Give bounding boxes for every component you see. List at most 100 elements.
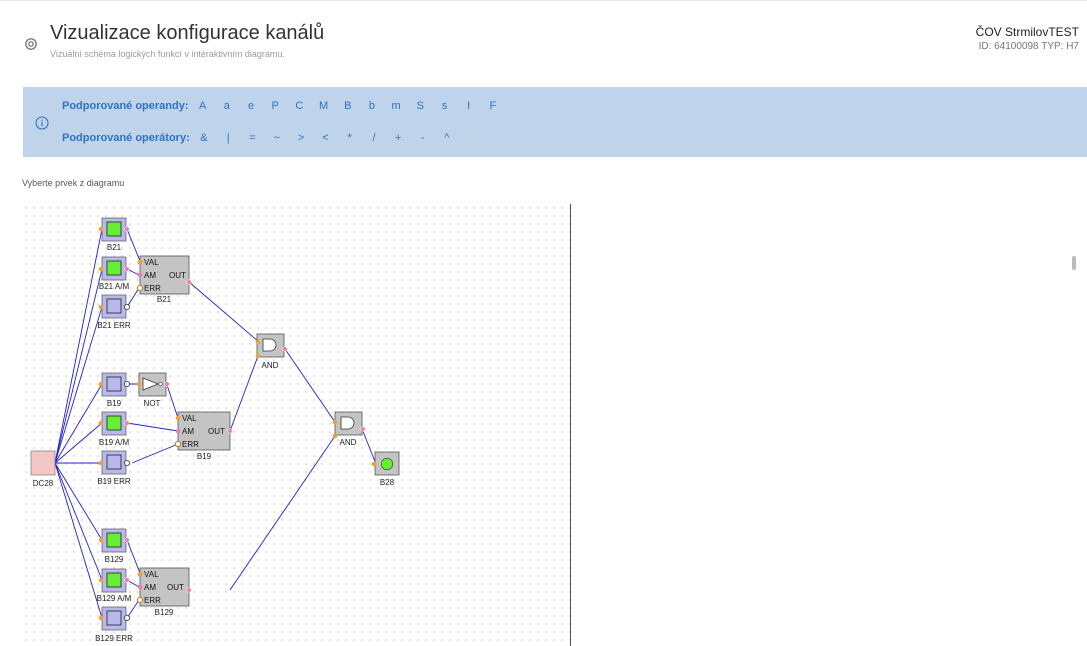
operators-label: Podporované operátory: [62,132,190,144]
wire [188,281,260,343]
port-label: ERR [144,596,161,605]
operand-item: m [391,100,401,112]
node-label: B21 [107,243,122,252]
operator-item: | [226,132,230,144]
node-label: B129 A/M [97,594,132,603]
input-node-b19-am[interactable]: B19 A/M [98,411,130,447]
operand-item: B [344,100,352,112]
wire [361,428,377,465]
input-node-b19[interactable]: B19 [98,372,131,408]
and-gate-2[interactable]: AND [332,411,366,447]
operand-item: C [295,100,304,112]
node-label: B21 A/M [99,282,130,291]
port-label: OUT [167,583,184,592]
wire [126,539,141,574]
wire [284,348,336,423]
port-label: ERR [144,284,161,293]
and-gate-1[interactable]: AND [255,333,288,370]
wire [54,462,103,619]
port-label: ERR [182,440,199,449]
info-banner: Podporované operandy: A a e P C M B b m … [23,87,1087,157]
wire [54,462,103,581]
port-label: OUT [169,271,186,280]
input-node-b129[interactable]: B129 [98,528,130,564]
wire [166,384,179,419]
function-block-b129[interactable]: VAL AM OUT ERR B129 [136,567,192,617]
node-label: B19 [197,452,212,461]
operator-item: ^ [444,132,450,144]
input-node-b21-err[interactable]: B21 ERR [97,294,131,330]
page-title: Vizualizace konfigurace kanálů [50,22,325,44]
node-label: DC28 [33,479,54,488]
page-scrollbar[interactable] [1071,204,1077,646]
port-label: AM [144,271,156,280]
node-label: B21 ERR [97,321,131,330]
operator-item: * [347,132,352,144]
node-label: AND [340,438,357,447]
operands-list: A a e P C M B b m S s I F [191,100,505,112]
operator-item: < [322,132,329,144]
wire [54,462,103,541]
node-label: B19 [107,399,122,408]
page-header: Vizualizace konfigurace kanálů Vizuální … [0,0,1087,79]
operand-item: F [489,100,497,112]
port-label: OUT [208,427,225,436]
node-label: B28 [380,478,395,487]
site-name: ČOV StrmilovTEST [975,25,1079,39]
node-label: B129 [155,608,174,617]
input-node-b129-err[interactable]: B129 ERR [95,606,133,643]
operand-item: M [318,100,329,112]
operand-item: b [368,100,375,112]
source-node-dc28[interactable]: DC28 [30,450,56,488]
port-label: VAL [182,414,197,423]
page-subtitle: Vizuální schéma logických funkcí v inter… [50,49,285,59]
operator-item: ~ [273,132,280,144]
wire [126,422,179,432]
operators-row: Podporované operátory: & | = ~ > < * / +… [62,132,459,144]
wire [54,306,103,464]
node-label: NOT [144,399,161,408]
wire [131,443,179,464]
input-node-b21-am[interactable]: B21 A/M [98,256,130,291]
node-label: B129 [105,555,124,564]
not-gate[interactable]: NOT [136,372,170,408]
operand-item: s [441,100,448,112]
input-node-b21[interactable]: B21 [98,217,130,252]
port-label: AM [144,583,156,592]
operator-item: = [249,132,256,144]
site-id: ID: 64100098 TYP: H7 [978,41,1079,52]
wire [54,383,103,464]
port-label: VAL [144,570,159,579]
input-node-b129-am[interactable]: B129 A/M [97,568,132,603]
operators-list: & | = ~ > < * / + - ^ [192,132,459,144]
wire [54,268,103,464]
output-node-b28[interactable]: B28 [371,451,400,487]
port-label: VAL [144,258,159,267]
node-label: B21 [157,295,172,304]
operator-item: + [395,132,402,144]
operator-item: & [200,132,208,144]
node-label: B19 ERR [97,477,131,486]
port-label: AM [182,427,194,436]
input-node-b19-err[interactable]: B19 ERR [97,450,131,486]
select-element-hint: Vyberte prvek z diagramu [22,178,125,188]
gear-icon [25,38,37,50]
operand-item: a [223,100,230,112]
operand-item: P [271,100,279,112]
function-block-b19[interactable]: VAL AM OUT ERR B19 [174,411,233,461]
wire [54,228,103,464]
node-label: AND [262,361,279,370]
node-label: B129 ERR [95,634,133,643]
function-block-b21[interactable]: VAL AM OUT ERR B21 [136,255,192,304]
info-icon [35,116,49,130]
operand-item: I [467,100,471,112]
wire [126,228,141,262]
wire [229,355,259,432]
operand-item: S [416,100,424,112]
operator-item: / [372,132,376,144]
node-label: B19 A/M [99,438,130,447]
logic-diagram-canvas[interactable]: DC28 B21 B21 A/M B21 ERR VAL AM OUT ERR … [22,204,571,646]
scrollbar-thumb[interactable] [1072,256,1076,270]
operands-label: Podporované operandy: [62,100,189,112]
operands-row: Podporované operandy: A a e P C M B b m … [62,100,505,112]
